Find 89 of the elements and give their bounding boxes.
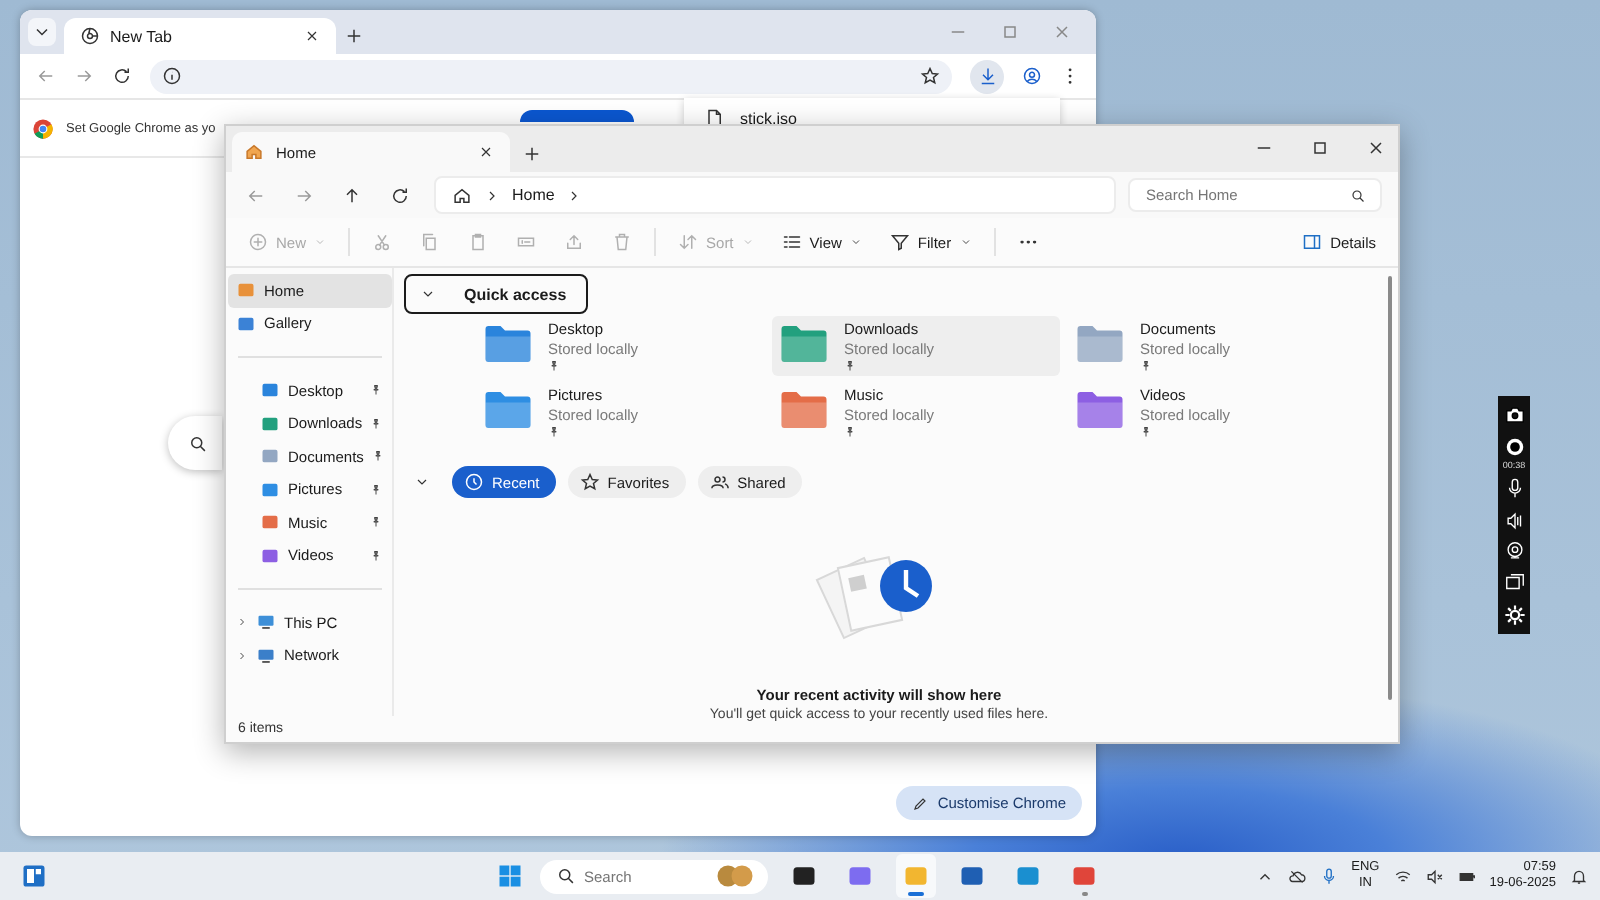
back-icon[interactable] [36, 66, 56, 86]
desktop-folder-icon [260, 380, 280, 401]
back-icon[interactable] [246, 185, 266, 205]
downloads-button[interactable] [970, 59, 1004, 93]
up-icon[interactable] [342, 185, 362, 205]
globe-icon [80, 26, 100, 46]
cut-icon [372, 232, 393, 252]
bookmark-star-icon[interactable] [920, 66, 940, 86]
search-pill[interactable] [168, 416, 222, 470]
search-highlight-icon [714, 862, 756, 890]
details-pane-icon [1302, 232, 1323, 252]
maximize-icon[interactable] [1310, 138, 1330, 158]
settings-icon[interactable] [1503, 603, 1525, 626]
notification-bell-icon[interactable] [1570, 867, 1588, 885]
browser-tab[interactable]: New Tab [64, 18, 336, 54]
new-tab-icon[interactable] [522, 144, 542, 164]
caret-icon [849, 236, 862, 248]
refresh-icon[interactable] [390, 185, 410, 205]
music-folder-icon [260, 512, 280, 533]
chevron-down-icon[interactable] [414, 474, 430, 490]
pencil-icon [911, 795, 928, 811]
search-icon [556, 866, 576, 886]
close-icon[interactable] [1366, 138, 1386, 158]
home-icon [452, 185, 472, 205]
videos-folder-icon [1076, 390, 1124, 430]
quick-access-header[interactable]: Quick access [404, 274, 589, 314]
new-icon [248, 232, 268, 252]
battery-icon[interactable] [1457, 867, 1476, 885]
download-icon [977, 66, 997, 86]
download-file-name[interactable]: stick.iso [740, 109, 797, 127]
file-icon [704, 108, 724, 128]
close-icon[interactable] [478, 144, 494, 160]
tab-search-button[interactable] [28, 18, 56, 46]
new-tab-icon[interactable] [344, 26, 364, 46]
windows-icon[interactable] [1503, 572, 1525, 595]
people-icon [709, 472, 730, 492]
default-browser-button[interactable] [519, 110, 634, 122]
documents-folder-icon [260, 446, 280, 467]
caret-icon [741, 236, 754, 248]
reload-icon[interactable] [112, 66, 132, 86]
monitor-icon [256, 612, 276, 633]
view-icon [781, 232, 802, 252]
caret-icon [959, 236, 972, 248]
desktop-folder-icon [484, 324, 532, 364]
documents-folder-icon [1076, 324, 1124, 364]
tab-title: New Tab [110, 27, 174, 45]
network-icon [256, 645, 276, 666]
profile-icon[interactable] [1022, 66, 1042, 86]
forward-icon[interactable] [294, 185, 314, 205]
copy-icon [420, 232, 441, 252]
pictures-folder-icon [260, 479, 280, 500]
camera-icon[interactable] [1503, 404, 1525, 427]
scrollbar[interactable] [1388, 276, 1392, 700]
close-icon[interactable] [304, 28, 320, 44]
downloads-folder-icon [260, 413, 280, 434]
music-folder-icon [780, 390, 828, 430]
chevron-right-icon [484, 187, 500, 203]
share-icon [564, 232, 585, 252]
caret-icon [314, 236, 327, 248]
rename-icon [516, 232, 537, 252]
pictures-folder-icon [484, 390, 532, 430]
info-icon[interactable] [162, 66, 182, 86]
sort-icon [678, 232, 699, 252]
volume-muted-icon[interactable] [1425, 867, 1444, 885]
forward-icon[interactable] [74, 66, 94, 86]
widgets-icon[interactable] [20, 862, 48, 890]
search-icon [1350, 187, 1366, 203]
home-icon [236, 280, 256, 301]
paste-icon [468, 232, 489, 252]
webcam-icon[interactable] [1503, 540, 1525, 563]
breadcrumb-item[interactable]: Home [512, 186, 555, 204]
microphone-icon[interactable] [1503, 478, 1525, 501]
search-icon [188, 433, 208, 453]
star-icon [579, 472, 600, 492]
filter-icon [889, 232, 910, 252]
gallery-icon [236, 313, 256, 334]
chrome-logo-icon [32, 117, 54, 139]
start-icon[interactable] [496, 862, 524, 890]
speaker-icon[interactable] [1503, 509, 1525, 532]
record-icon[interactable] [1503, 435, 1525, 458]
delete-icon [612, 232, 633, 252]
downloads-folder-icon [780, 324, 828, 364]
home-icon [244, 142, 264, 162]
wifi-icon[interactable] [1393, 867, 1412, 885]
clock-icon [464, 472, 484, 492]
address-bar[interactable]: Home [434, 176, 1116, 214]
cloud-off-icon[interactable] [1287, 867, 1306, 885]
chevron-down-icon [420, 286, 436, 302]
videos-folder-icon [260, 545, 280, 566]
